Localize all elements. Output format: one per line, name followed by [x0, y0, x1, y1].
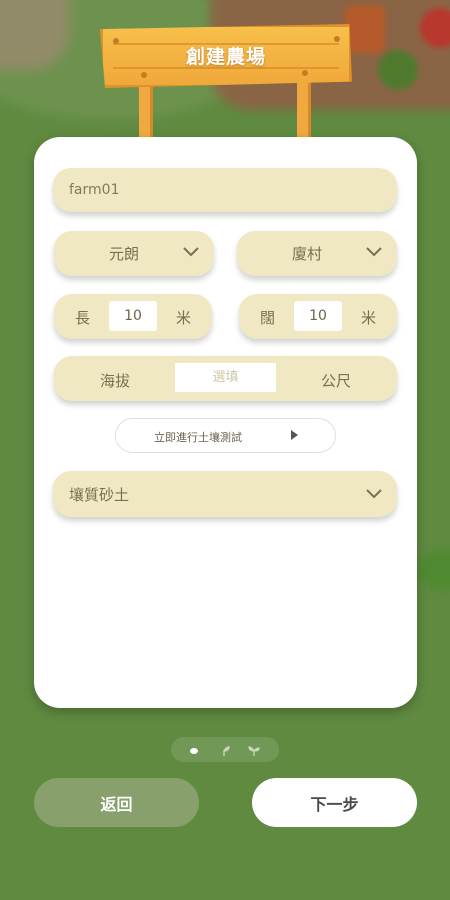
- region-value: 元朗: [108, 245, 139, 263]
- chevron-down-icon: [366, 247, 382, 257]
- bush-decoration: [418, 550, 450, 590]
- soil-type-value: 壤質砂土: [69, 485, 130, 504]
- play-icon: [291, 430, 298, 440]
- altitude-label: 海拔: [100, 372, 131, 390]
- chevron-down-icon: [366, 489, 382, 499]
- region-select[interactable]: 元朗: [54, 231, 214, 276]
- length-field: 長 10 米: [54, 294, 212, 339]
- width-field: 闊 10 米: [239, 294, 397, 339]
- length-label: 長: [75, 309, 91, 327]
- back-button[interactable]: 返回: [34, 778, 199, 827]
- page-title: 創建農場: [185, 45, 266, 68]
- soil-type-select[interactable]: 壤質砂土: [53, 471, 397, 517]
- soil-test-label: 立即進行土壤測試: [154, 431, 242, 444]
- altitude-input[interactable]: [175, 363, 276, 392]
- sprout-icon: [223, 746, 230, 756]
- soil-test-button[interactable]: 立即進行土壤測試: [115, 418, 336, 453]
- chevron-down-icon: [183, 247, 199, 257]
- length-input[interactable]: 10: [109, 301, 157, 331]
- next-button[interactable]: 下一步: [252, 778, 417, 827]
- width-input[interactable]: 10: [294, 301, 342, 331]
- seedling-icon: [248, 746, 260, 756]
- seed-icon: [190, 748, 198, 754]
- width-unit: 米: [360, 309, 376, 327]
- village-select[interactable]: 廈村: [237, 231, 397, 276]
- length-unit: 米: [175, 309, 191, 327]
- step-indicator: [171, 737, 279, 762]
- farm-name-field[interactable]: farm01: [53, 168, 397, 212]
- altitude-unit: 公尺: [321, 372, 352, 390]
- sign-post-left: [139, 80, 153, 142]
- village-value: 廈村: [291, 245, 322, 263]
- width-label: 闊: [260, 309, 276, 327]
- sign-post-right: [297, 80, 311, 142]
- altitude-field: 海拔 公尺: [54, 356, 397, 401]
